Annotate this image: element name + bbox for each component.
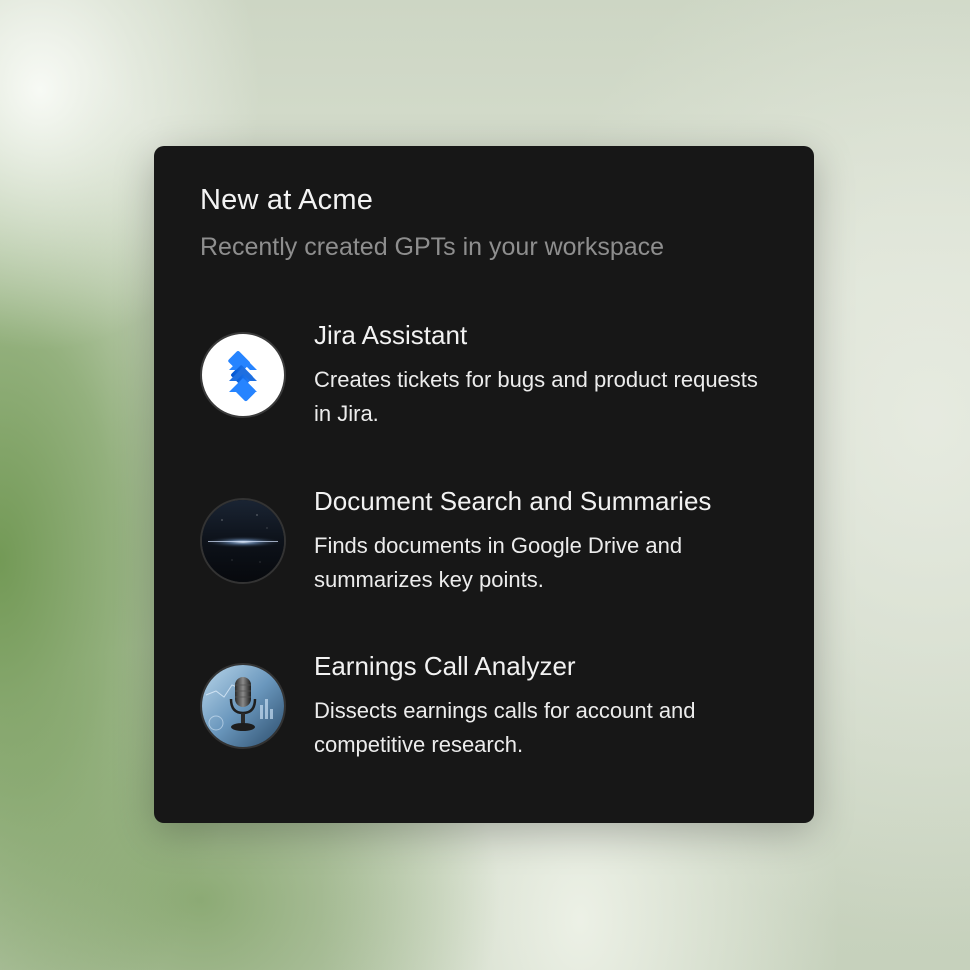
gpt-description: Dissects earnings calls for account and … bbox=[314, 698, 696, 757]
gpt-item-document-search[interactable]: Document Search and Summaries Finds docu… bbox=[200, 486, 770, 596]
gpt-name: Jira Assistant bbox=[314, 320, 468, 350]
new-gpts-card: New at Acme Recently created GPTs in you… bbox=[154, 146, 814, 823]
card-title: New at Acme bbox=[200, 184, 374, 216]
gpt-name: Document Search and Summaries bbox=[314, 486, 712, 516]
gpt-item-jira-assistant[interactable]: Jira Assistant Creates tickets for bugs … bbox=[200, 320, 770, 430]
card-subtitle: Recently created GPTs in your workspace bbox=[200, 233, 665, 261]
jira-logo-icon bbox=[200, 332, 286, 418]
gpt-description: Creates tickets for bugs and product req… bbox=[314, 367, 758, 426]
galaxy-horizon-icon bbox=[200, 498, 286, 584]
microphone-icon bbox=[200, 663, 286, 749]
gpt-item-earnings-call-analyzer[interactable]: Earnings Call Analyzer Dissects earnings… bbox=[200, 651, 770, 761]
gpt-name: Earnings Call Analyzer bbox=[314, 651, 576, 681]
gpt-description: Finds documents in Google Drive and summ… bbox=[314, 533, 683, 592]
